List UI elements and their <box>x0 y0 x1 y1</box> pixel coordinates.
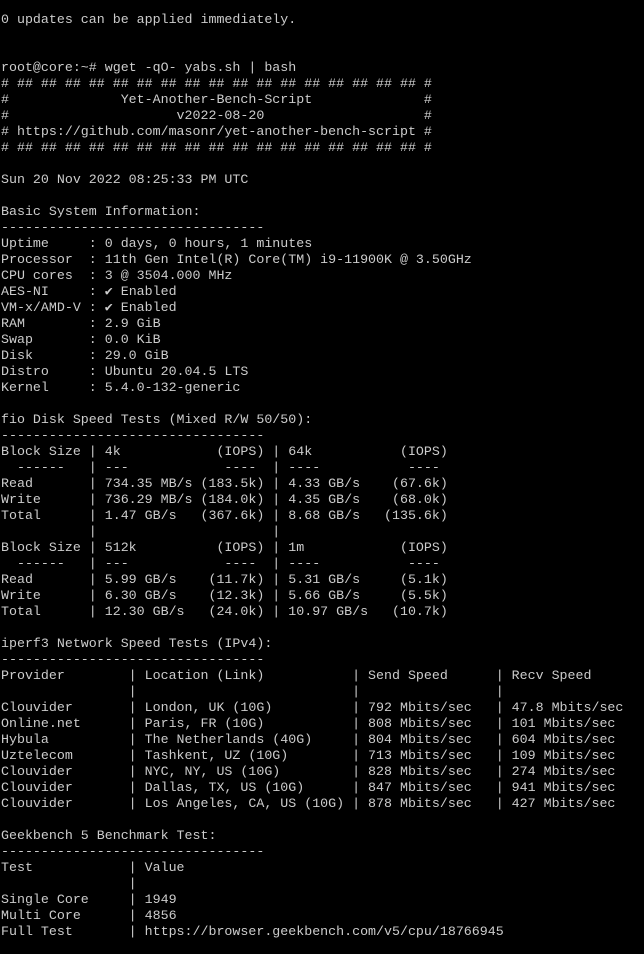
terminal-line: Write | 736.29 MB/s (184.0k) | 4.35 GB/s… <box>1 492 448 507</box>
terminal-line: Test | Value <box>1 860 185 875</box>
terminal-line: Total | 1.47 GB/s (367.6k) | 8.68 GB/s (… <box>1 508 448 523</box>
terminal-line: fio Disk Speed Tests (Mixed R/W 50/50): <box>1 412 313 427</box>
terminal-line: Read | 5.99 GB/s (11.7k) | 5.31 GB/s (5.… <box>1 572 448 587</box>
terminal-line: # v2022-08-20 # <box>1 108 432 123</box>
terminal-line: Kernel : 5.4.0-132-generic <box>1 380 241 395</box>
terminal-line: Block Size | 4k (IOPS) | 64k (IOPS) <box>1 444 448 459</box>
terminal-line: Uptime : 0 days, 0 hours, 1 minutes <box>1 236 313 251</box>
terminal-line: Multi Core | 4856 <box>1 908 177 923</box>
terminal-line: # ## ## ## ## ## ## ## ## ## ## ## ## ##… <box>1 76 432 91</box>
terminal-line: Disk : 29.0 GiB <box>1 348 169 363</box>
terminal-line: Hybula | The Netherlands (40G) | 804 Mbi… <box>1 732 616 747</box>
terminal-line: Full Test | https://browser.geekbench.co… <box>1 924 504 939</box>
terminal-line: | | <box>1 524 281 539</box>
terminal-line: # ## ## ## ## ## ## ## ## ## ## ## ## ##… <box>1 140 432 155</box>
terminal-line: RAM : 2.9 GiB <box>1 316 161 331</box>
terminal-line: Read | 734.35 MB/s (183.5k) | 4.33 GB/s … <box>1 476 448 491</box>
terminal-line: | | | <box>1 684 504 699</box>
terminal-line: --------------------------------- <box>1 220 265 235</box>
terminal-line: root@core:~# wget -qO- yabs.sh | bash <box>1 60 297 75</box>
terminal-line: VM-x/AMD-V : ✔ Enabled <box>1 300 177 315</box>
terminal-line: # https://github.com/masonr/yet-another-… <box>1 124 432 139</box>
terminal-line: Uztelecom | Tashkent, UZ (10G) | 713 Mbi… <box>1 748 616 763</box>
terminal-line: Distro : Ubuntu 20.04.5 LTS <box>1 364 249 379</box>
terminal-line: ------ | --- ---- | ---- ---- <box>1 556 440 571</box>
terminal-line: Clouvider | London, UK (10G) | 792 Mbits… <box>1 700 624 715</box>
terminal-line: Block Size | 512k (IOPS) | 1m (IOPS) <box>1 540 448 555</box>
terminal-line: CPU cores : 3 @ 3504.000 MHz <box>1 268 233 283</box>
terminal-line: Geekbench 5 Benchmark Test: <box>1 828 217 843</box>
terminal-line: AES-NI : ✔ Enabled <box>1 284 177 299</box>
terminal-line: Clouvider | NYC, NY, US (10G) | 828 Mbit… <box>1 764 616 779</box>
terminal-window[interactable]: 0 updates can be applied immediately. roo… <box>0 0 644 954</box>
terminal-line: # Yet-Another-Bench-Script # <box>1 92 432 107</box>
terminal-line: 0 updates can be applied immediately. <box>1 12 297 27</box>
terminal-line: --------------------------------- <box>1 428 265 443</box>
terminal-line: Clouvider | Los Angeles, CA, US (10G) | … <box>1 796 616 811</box>
terminal-line: Online.net | Paris, FR (10G) | 808 Mbits… <box>1 716 616 731</box>
terminal-line: --------------------------------- <box>1 844 265 859</box>
terminal-line: Processor : 11th Gen Intel(R) Core(TM) i… <box>1 252 472 267</box>
terminal-line: ------ | --- ---- | ---- ---- <box>1 460 440 475</box>
terminal-line: Single Core | 1949 <box>1 892 177 907</box>
terminal-line: Total | 12.30 GB/s (24.0k) | 10.97 GB/s … <box>1 604 448 619</box>
terminal-line: iperf3 Network Speed Tests (IPv4): <box>1 636 273 651</box>
terminal-line: Sun 20 Nov 2022 08:25:33 PM UTC <box>1 172 249 187</box>
terminal-line: Clouvider | Dallas, TX, US (10G) | 847 M… <box>1 780 616 795</box>
terminal-line: Swap : 0.0 KiB <box>1 332 161 347</box>
terminal-line: Basic System Information: <box>1 204 201 219</box>
terminal-line: | <box>1 876 137 891</box>
terminal-line: Provider | Location (Link) | Send Speed … <box>1 668 592 683</box>
terminal-line: Write | 6.30 GB/s (12.3k) | 5.66 GB/s (5… <box>1 588 448 603</box>
terminal-line: --------------------------------- <box>1 652 265 667</box>
